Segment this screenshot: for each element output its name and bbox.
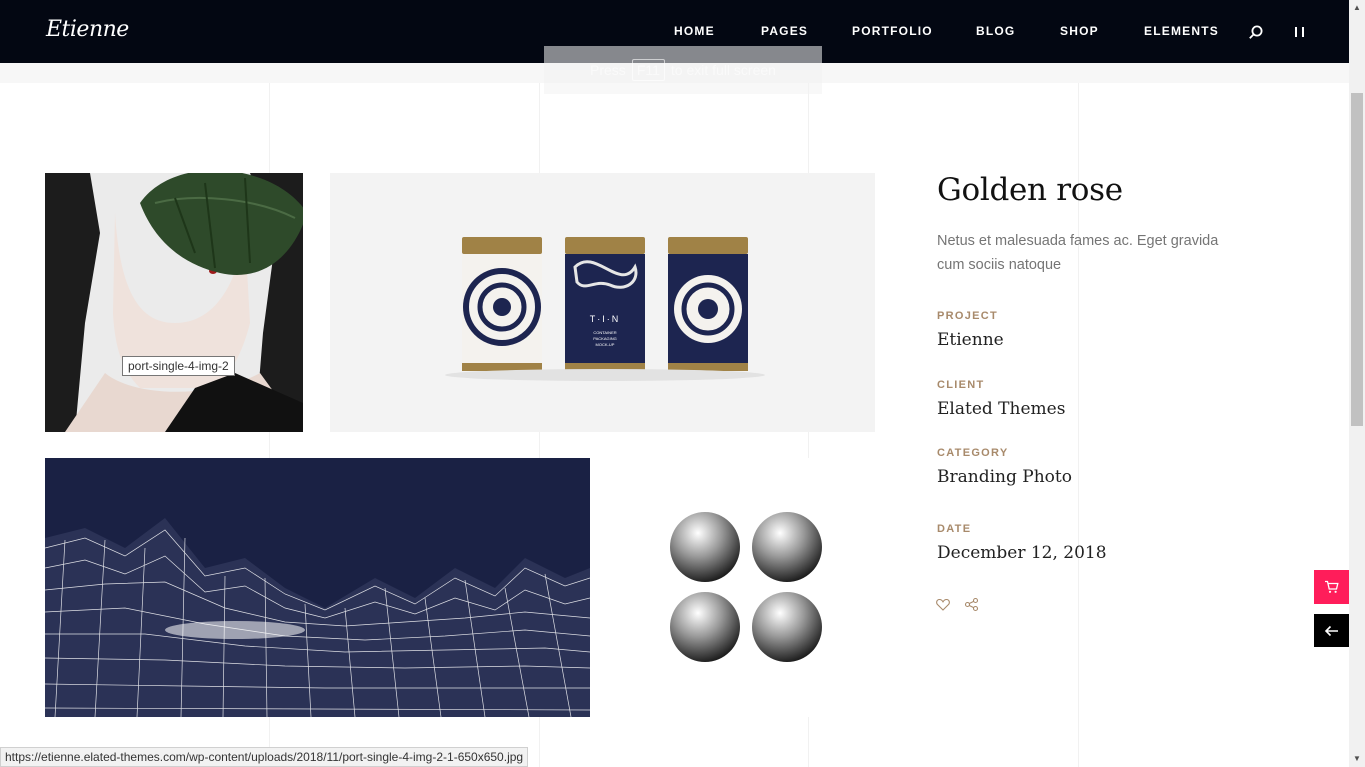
nav-elements[interactable]: ELEMENTS <box>1144 24 1219 38</box>
gallery-image-woman-leaf[interactable] <box>45 173 303 432</box>
meta-label-category: CATEGORY <box>937 447 1009 459</box>
scroll-up-arrow[interactable]: ▲ <box>1352 3 1362 13</box>
tin-sublabel: MOCK-UP <box>596 342 615 347</box>
share-icon[interactable] <box>964 597 979 612</box>
nav-pages[interactable]: PAGES <box>761 24 808 38</box>
image-tooltip: port-single-4-img-2 <box>122 356 235 376</box>
nav-shop[interactable]: SHOP <box>1060 24 1099 38</box>
gallery-image-wireframe-landscape[interactable] <box>45 458 590 717</box>
meta-value-project: Etienne <box>937 330 1004 350</box>
menu-icon[interactable] <box>1293 25 1307 39</box>
project-description: Netus et malesuada fames ac. Eget gravid… <box>937 233 1219 273</box>
tin-label: T·I·N <box>590 314 621 324</box>
meta-label-client: CLIENT <box>937 379 985 391</box>
gallery-image-stipple-spheres[interactable] <box>617 458 875 717</box>
meta-label-date: DATE <box>937 523 972 535</box>
fullscreen-notice-key: F11 <box>631 59 665 81</box>
fullscreen-notice-after: to exit full screen <box>670 62 776 78</box>
gallery-image-tins[interactable]: T·I·N CONTAINER PACKAGING MOCK-UP <box>330 173 875 432</box>
scroll-down-arrow[interactable]: ▼ <box>1352 754 1362 764</box>
nav-blog[interactable]: BLOG <box>976 24 1015 38</box>
back-button[interactable] <box>1314 614 1349 647</box>
cart-icon <box>1325 580 1339 593</box>
site-logo[interactable]: Etienne <box>46 17 129 42</box>
fullscreen-notice: Press F11 to exit full screen <box>544 46 822 94</box>
arrow-left-icon <box>1324 625 1338 636</box>
scrollbar-thumb[interactable] <box>1351 93 1363 426</box>
search-icon[interactable] <box>1248 24 1264 40</box>
fullscreen-notice-before: Press <box>590 62 626 78</box>
heart-icon[interactable] <box>936 598 950 611</box>
meta-value-date: December 12, 2018 <box>937 543 1107 563</box>
meta-value-category[interactable]: Branding Photo <box>937 467 1072 487</box>
tin-sublabel: CONTAINER <box>593 330 616 335</box>
nav-home[interactable]: HOME <box>674 24 715 38</box>
nav-portfolio[interactable]: PORTFOLIO <box>852 24 933 38</box>
meta-value-client: Elated Themes <box>937 399 1066 419</box>
project-title: Golden rose <box>937 172 1123 208</box>
cart-button[interactable] <box>1314 570 1349 604</box>
tin-sublabel: PACKAGING <box>593 336 617 341</box>
meta-label-project: PROJECT <box>937 310 999 322</box>
browser-status-bar: https://etienne.elated-themes.com/wp-con… <box>0 747 529 767</box>
